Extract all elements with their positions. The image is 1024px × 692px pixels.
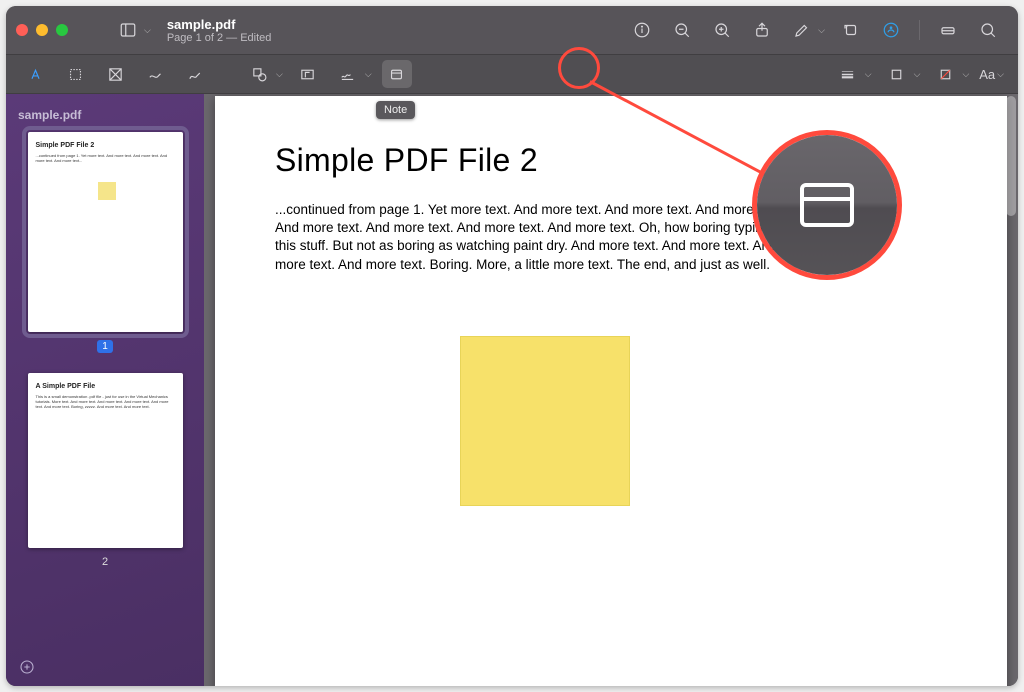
chevron-down-icon: ⌵ — [914, 69, 921, 80]
minimize-window-button[interactable] — [36, 24, 48, 36]
page-body-text: ...continued from page 1. Yet more text.… — [275, 201, 795, 274]
close-window-button[interactable] — [16, 24, 28, 36]
chevron-down-icon: ⌵ — [276, 69, 283, 80]
chevron-down-icon: ⌵ — [818, 25, 825, 36]
thumbnail-item[interactable]: Simple PDF File 2 ...continued from page… — [18, 132, 192, 353]
window-body: sample.pdf Simple PDF File 2 ...continue… — [6, 94, 1018, 686]
chevron-down-icon: ⌵ — [865, 69, 872, 80]
thumb-note-preview — [98, 182, 116, 200]
thumbnail-sidebar: sample.pdf Simple PDF File 2 ...continue… — [6, 94, 204, 686]
page-number-label: 2 — [102, 556, 108, 568]
highlight-icon — [788, 16, 816, 44]
page-heading: Simple PDF File 2 — [275, 142, 947, 179]
chevron-down-icon: ⌵ — [365, 69, 372, 80]
title-block: sample.pdf Page 1 of 2 — Edited — [167, 17, 272, 44]
rotate-button[interactable] — [837, 16, 865, 44]
markup-toolbar: ⌵ ⌵ ⌵ ⌵ ⌵ Aa ⌵ Note — [6, 54, 1018, 94]
selection-rect-button[interactable] — [60, 60, 90, 88]
share-button[interactable] — [748, 16, 776, 44]
fullscreen-window-button[interactable] — [56, 24, 68, 36]
thumb-preview-text: ...continued from page 1. Yet more text.… — [36, 153, 175, 163]
zoom-in-button[interactable] — [708, 16, 736, 44]
document-subtitle: Page 1 of 2 — Edited — [167, 32, 272, 44]
search-button[interactable] — [974, 16, 1002, 44]
sidebar-title: sample.pdf — [18, 108, 192, 122]
sign-dropdown[interactable]: ⌵ — [333, 60, 372, 88]
shapes-dropdown[interactable]: ⌵ — [244, 60, 283, 88]
stroke-color-dropdown[interactable]: ⌵ — [882, 60, 921, 88]
titlebar: ⌵ sample.pdf Page 1 of 2 — Edited ⌵ — [6, 6, 1018, 54]
document-viewer[interactable]: Simple PDF File 2 ...continued from page… — [204, 94, 1018, 686]
sidebar-view-dropdown[interactable]: ⌵ — [114, 16, 151, 44]
note-button[interactable] — [382, 60, 412, 88]
thumb-heading: Simple PDF File 2 — [36, 142, 175, 149]
fill-color-dropdown[interactable]: ⌵ — [930, 60, 969, 88]
text-insert-button[interactable] — [20, 60, 50, 88]
app-window: ⌵ sample.pdf Page 1 of 2 — Edited ⌵ — [6, 6, 1018, 686]
chevron-down-icon: ⌵ — [962, 69, 969, 80]
divider — [919, 20, 920, 40]
chevron-down-icon: ⌵ — [144, 25, 151, 36]
highlight-dropdown[interactable]: ⌵ — [788, 16, 825, 44]
thumbnail-item[interactable]: A Simple PDF File This is a small demons… — [18, 373, 192, 568]
draw-button[interactable] — [180, 60, 210, 88]
thumb-heading: A Simple PDF File — [36, 383, 175, 390]
info-button[interactable] — [628, 16, 656, 44]
signature-icon — [333, 60, 363, 88]
stroke-color-icon — [882, 60, 912, 88]
line-style-dropdown[interactable]: ⌵ — [833, 60, 872, 88]
page-number-badge: 1 — [97, 340, 113, 353]
markup-toggle-button[interactable] — [877, 16, 905, 44]
chevron-down-icon: ⌵ — [997, 69, 1004, 80]
window-controls — [16, 24, 76, 36]
shapes-icon — [244, 60, 274, 88]
document-title: sample.pdf — [167, 17, 272, 32]
thumb-preview-text: This is a small demonstration .pdf file … — [36, 394, 175, 410]
line-style-icon — [833, 60, 863, 88]
page-thumbnail-1[interactable]: Simple PDF File 2 ...continued from page… — [28, 132, 183, 332]
add-page-button[interactable] — [16, 656, 38, 678]
instant-alpha-button[interactable] — [100, 60, 130, 88]
font-style-dropdown[interactable]: Aa ⌵ — [979, 67, 1004, 82]
vertical-scrollbar[interactable] — [1006, 96, 1016, 216]
font-label: Aa — [979, 67, 995, 82]
sketch-button[interactable] — [140, 60, 170, 88]
form-fill-button[interactable] — [934, 16, 962, 44]
titlebar-actions: ⌵ — [628, 16, 1008, 44]
page-thumbnail-2[interactable]: A Simple PDF File This is a small demons… — [28, 373, 183, 548]
zoom-out-button[interactable] — [668, 16, 696, 44]
note-tooltip: Note — [376, 101, 415, 119]
text-box-button[interactable] — [293, 60, 323, 88]
sticky-note[interactable] — [460, 336, 630, 506]
pdf-page[interactable]: Simple PDF File 2 ...continued from page… — [215, 96, 1007, 686]
fill-color-icon — [930, 60, 960, 88]
